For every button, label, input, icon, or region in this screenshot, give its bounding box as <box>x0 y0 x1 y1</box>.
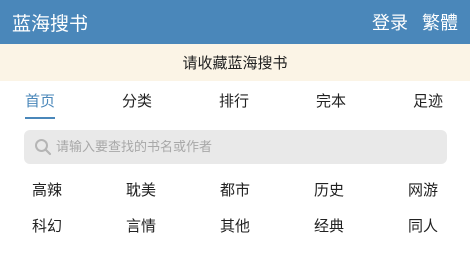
search-bar[interactable] <box>24 130 447 164</box>
category-grid: 高辣 耽美 都市 历史 网游 科幻 言情 其他 经典 同人 <box>0 172 470 244</box>
nav-category[interactable]: 分类 <box>122 90 152 117</box>
category-link[interactable]: 高辣 <box>32 179 62 200</box>
site-brand[interactable]: 蓝海搜书 <box>12 9 88 36</box>
nav-completed[interactable]: 完本 <box>316 90 346 117</box>
category-link[interactable]: 网游 <box>408 179 438 200</box>
traditional-chinese-toggle[interactable]: 繁體 <box>422 9 458 35</box>
category-link[interactable]: 都市 <box>220 179 250 200</box>
nav-home[interactable]: 首页 <box>25 90 56 119</box>
category-link[interactable]: 其他 <box>220 215 250 236</box>
bookmark-notice: 请收藏蓝海搜书 <box>0 44 470 81</box>
search-input[interactable] <box>56 139 416 155</box>
category-link[interactable]: 历史 <box>314 179 344 200</box>
category-link[interactable]: 同人 <box>408 215 438 236</box>
category-link[interactable]: 耽美 <box>126 179 156 200</box>
nav-history[interactable]: 足迹 <box>413 90 443 117</box>
search-icon <box>35 139 52 156</box>
login-link[interactable]: 登录 <box>372 9 408 35</box>
category-link[interactable]: 经典 <box>314 215 344 236</box>
top-header: 蓝海搜书 登录 繁體 <box>0 0 470 44</box>
category-link[interactable]: 科幻 <box>32 215 62 236</box>
main-nav: 首页 分类 排行 完本 足迹 <box>0 84 470 124</box>
notice-text: 请收藏蓝海搜书 <box>182 54 288 72</box>
header-actions: 登录 繁體 <box>372 9 458 35</box>
nav-ranking[interactable]: 排行 <box>219 90 249 117</box>
category-link[interactable]: 言情 <box>126 215 156 236</box>
